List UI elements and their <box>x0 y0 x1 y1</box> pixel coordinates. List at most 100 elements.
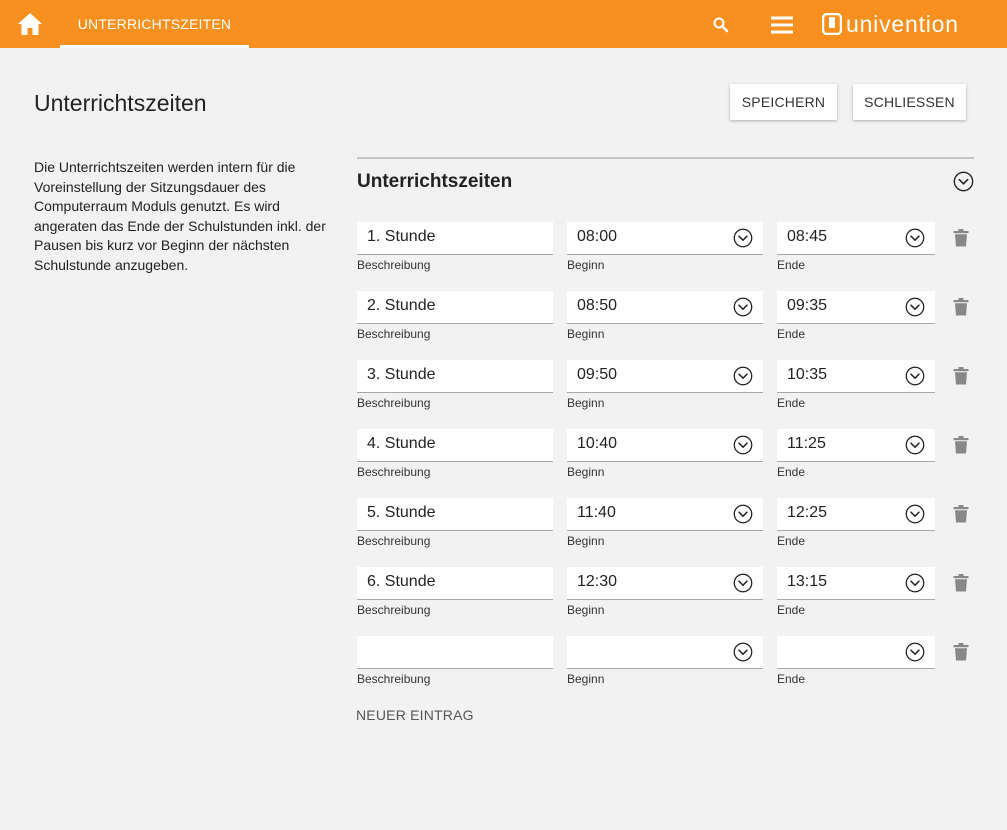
end-time-field[interactable]: 11:25 <box>777 429 935 462</box>
start-time-field[interactable]: 12:30 <box>567 567 763 600</box>
end-time-field[interactable]: 12:25 <box>777 498 935 531</box>
start-label: Beginn <box>567 258 605 272</box>
end-label: Ende <box>777 258 806 272</box>
description-value: 3. Stunde <box>367 366 436 383</box>
description-field[interactable]: 1. Stunde <box>357 222 553 255</box>
chevron-down-circle-icon[interactable] <box>733 504 753 524</box>
start-time-value: 11:40 <box>577 504 616 521</box>
description-value: 1. Stunde <box>367 228 436 245</box>
start-label: Beginn <box>567 603 605 617</box>
end-time-value: 12:25 <box>787 504 828 521</box>
logo-text: univention <box>846 10 959 37</box>
trash-icon[interactable] <box>953 436 969 454</box>
start-time-value: 12:30 <box>577 573 618 590</box>
start-label: Beginn <box>567 327 605 341</box>
trash-icon[interactable] <box>953 367 969 385</box>
search-icon <box>713 17 729 33</box>
description-field[interactable]: 4. Stunde <box>357 429 553 462</box>
chevron-down-circle-icon[interactable] <box>905 573 925 593</box>
start-time-field[interactable]: 08:50 <box>567 291 763 324</box>
description-field[interactable] <box>357 636 553 669</box>
end-label: Ende <box>777 534 806 548</box>
trash-icon[interactable] <box>953 643 969 661</box>
time-row: 6. Stunde 12:30 13:15 Beschreibung Begin… <box>357 567 987 623</box>
time-row: 1. Stunde 08:00 08:45 Beschreibung Begin… <box>357 222 987 278</box>
end-time-value: 09:35 <box>787 297 828 314</box>
chevron-down-circle-icon[interactable] <box>905 366 925 386</box>
section-header[interactable]: Unterrichtszeiten <box>357 159 974 203</box>
start-time-field[interactable]: 09:50 <box>567 360 763 393</box>
trash-icon[interactable] <box>953 298 969 316</box>
section-title: Unterrichtszeiten <box>357 170 513 192</box>
description-field[interactable]: 5. Stunde <box>357 498 553 531</box>
end-time-value: 13:15 <box>787 573 828 590</box>
trash-icon[interactable] <box>953 574 969 592</box>
end-time-field[interactable] <box>777 636 935 669</box>
chevron-down-circle-icon[interactable] <box>905 228 925 248</box>
start-time-value: 10:40 <box>577 435 618 452</box>
description-label: Beschreibung <box>357 534 431 548</box>
chevron-down-circle-icon[interactable] <box>733 573 753 593</box>
univention-logo-mark <box>822 13 842 35</box>
trash-icon[interactable] <box>953 505 969 523</box>
description-label: Beschreibung <box>357 672 431 686</box>
chevron-down-circle-icon[interactable] <box>905 297 925 317</box>
time-row: 2. Stunde 08:50 09:35 Beschreibung Begin… <box>357 291 987 347</box>
chevron-down-circle-icon[interactable] <box>905 642 925 662</box>
start-label: Beginn <box>567 672 605 686</box>
page-description: Die Unterrichtszeiten werden intern für … <box>34 159 326 273</box>
start-label: Beginn <box>567 465 605 479</box>
end-label: Ende <box>777 327 806 341</box>
chevron-down-circle-icon[interactable] <box>953 171 974 192</box>
description-label: Beschreibung <box>357 258 431 272</box>
save-button[interactable]: SPEICHERN <box>730 84 837 120</box>
time-row: 4. Stunde 10:40 11:25 Beschreibung Begin… <box>357 429 987 485</box>
start-time-value: 08:50 <box>577 297 618 314</box>
chevron-down-circle-icon[interactable] <box>905 504 925 524</box>
end-time-field[interactable]: 09:35 <box>777 291 935 324</box>
start-label: Beginn <box>567 396 605 410</box>
chevron-down-circle-icon[interactable] <box>733 297 753 317</box>
end-label: Ende <box>777 672 806 686</box>
home-icon <box>18 13 42 35</box>
description-label: Beschreibung <box>357 603 431 617</box>
start-time-field[interactable]: 11:40 <box>567 498 763 531</box>
description-field[interactable]: 3. Stunde <box>357 360 553 393</box>
search-button[interactable] <box>708 12 734 38</box>
trash-icon[interactable] <box>953 229 969 247</box>
times-section: Unterrichtszeiten <box>357 157 974 203</box>
tab-unterrichtszeiten[interactable]: UNTERRICHTSZEITEN <box>60 0 249 48</box>
chevron-down-circle-icon[interactable] <box>733 435 753 455</box>
end-time-field[interactable]: 13:15 <box>777 567 935 600</box>
start-time-field[interactable] <box>567 636 763 669</box>
start-time-value: 08:00 <box>577 228 618 245</box>
description-value: 6. Stunde <box>367 573 436 590</box>
time-row: Beschreibung Beginn Ende <box>357 636 987 692</box>
end-label: Ende <box>777 396 806 410</box>
description-field[interactable]: 6. Stunde <box>357 567 553 600</box>
end-label: Ende <box>777 465 806 479</box>
close-button[interactable]: SCHLIESSEN <box>853 84 966 120</box>
end-time-field[interactable]: 08:45 <box>777 222 935 255</box>
end-time-value: 11:25 <box>787 435 826 452</box>
end-time-field[interactable]: 10:35 <box>777 360 935 393</box>
home-button[interactable] <box>0 0 60 48</box>
description-label: Beschreibung <box>357 465 431 479</box>
menu-button[interactable] <box>768 12 796 38</box>
description-label: Beschreibung <box>357 327 431 341</box>
chevron-down-circle-icon[interactable] <box>733 228 753 248</box>
description-field[interactable]: 2. Stunde <box>357 291 553 324</box>
start-time-field[interactable]: 10:40 <box>567 429 763 462</box>
description-value: 4. Stunde <box>367 435 436 452</box>
chevron-down-circle-icon[interactable] <box>733 642 753 662</box>
univention-logo: univention <box>822 10 959 38</box>
start-time-value: 09:50 <box>577 366 618 383</box>
description-label: Beschreibung <box>357 396 431 410</box>
chevron-down-circle-icon[interactable] <box>905 435 925 455</box>
chevron-down-circle-icon[interactable] <box>733 366 753 386</box>
time-row: 3. Stunde 09:50 10:35 Beschreibung Begin… <box>357 360 987 416</box>
end-label: Ende <box>777 603 806 617</box>
new-entry-button[interactable]: NEUER EINTRAG <box>356 707 474 723</box>
start-time-field[interactable]: 08:00 <box>567 222 763 255</box>
description-value: 2. Stunde <box>367 297 436 314</box>
